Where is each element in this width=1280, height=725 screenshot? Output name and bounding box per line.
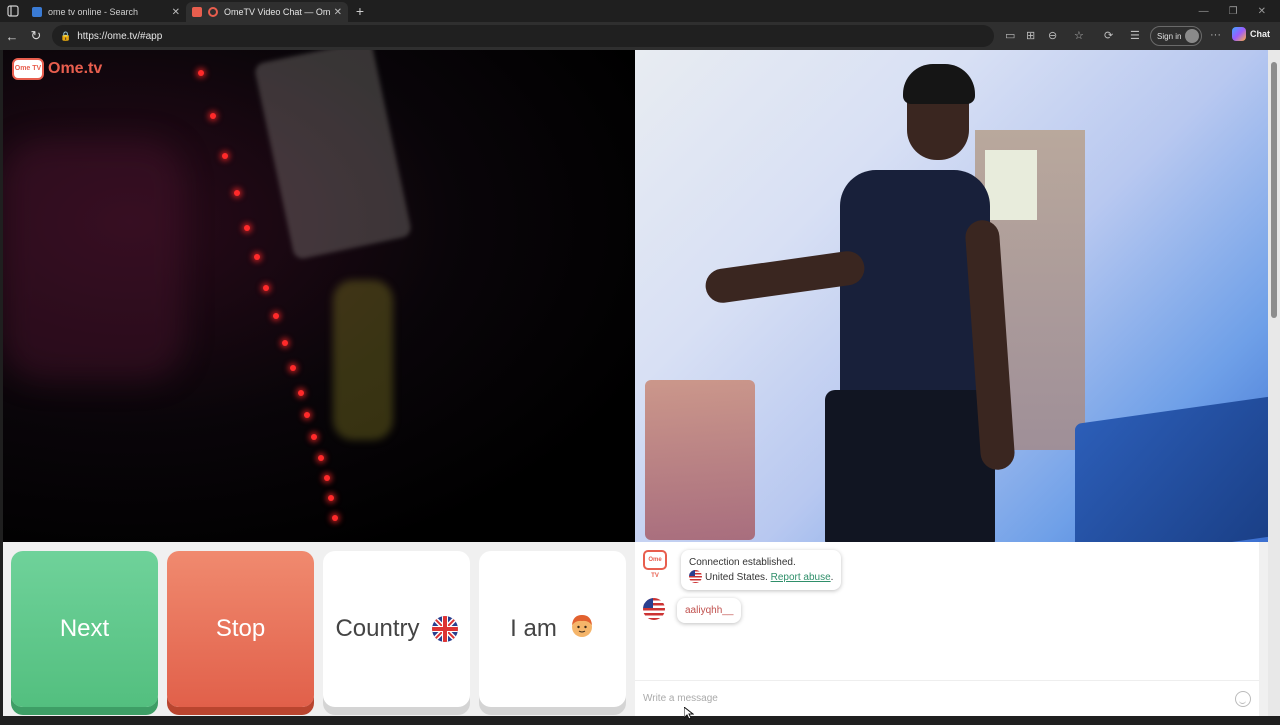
country-text: United States. xyxy=(705,572,768,583)
ometv-favicon xyxy=(192,7,202,17)
stranger-bubble: aaliyqhh__ xyxy=(677,598,742,623)
led-light xyxy=(263,285,269,291)
signin-label: Sign in xyxy=(1157,31,1182,41)
country-label: Country xyxy=(335,615,420,642)
copilot-chat-button[interactable]: Chat xyxy=(1232,27,1270,41)
led-light xyxy=(298,390,304,396)
led-light xyxy=(304,412,310,418)
report-abuse-link[interactable]: Report abuse xyxy=(771,572,831,583)
country-button[interactable]: Country xyxy=(323,551,470,707)
boy-emoji-icon xyxy=(569,613,595,646)
message-composer xyxy=(635,680,1259,716)
camera-icon[interactable]: ▭ xyxy=(1005,29,1015,42)
led-light xyxy=(273,313,279,319)
search-icon xyxy=(32,7,42,17)
dim-object xyxy=(253,50,413,261)
block-icon[interactable]: ⊖ xyxy=(1048,29,1057,42)
us-flag-icon xyxy=(643,598,665,620)
next-label: Next xyxy=(59,615,110,642)
favorites-icon[interactable]: ☰ xyxy=(1130,29,1140,42)
minimize-icon[interactable]: — xyxy=(1199,6,1209,17)
us-flag-icon xyxy=(689,570,702,583)
led-light xyxy=(222,153,228,159)
iam-label: I am xyxy=(510,615,557,642)
close-icon[interactable]: ✕ xyxy=(172,7,180,18)
ometv-icon: Ome TV xyxy=(643,550,667,579)
star-icon[interactable]: ☆ xyxy=(1074,29,1084,42)
signin-button[interactable]: Sign in xyxy=(1150,26,1202,46)
stop-button[interactable]: Stop xyxy=(167,551,314,707)
window-controls: — ❐ ✕ xyxy=(1199,6,1280,17)
tab-actions-menu-icon[interactable] xyxy=(0,0,26,22)
led-light xyxy=(254,254,260,260)
person-legs xyxy=(825,390,995,542)
gender-button[interactable]: I am xyxy=(479,551,626,707)
system-bubble: Connection established. United States. R… xyxy=(681,550,842,590)
close-window-icon[interactable]: ✕ xyxy=(1258,6,1266,17)
stop-label: Stop xyxy=(215,615,266,642)
smiley-icon[interactable] xyxy=(1235,690,1251,707)
tab-search[interactable]: ome tv online - Search ✕ xyxy=(26,2,186,22)
restore-icon[interactable]: ❐ xyxy=(1229,6,1238,17)
ometv-logo: Ome TV Ome.tv xyxy=(12,58,102,80)
led-light xyxy=(282,340,288,346)
report-suffix: . xyxy=(830,572,834,583)
tab-bar: ome tv online - Search ✕ OmeTV Video Cha… xyxy=(0,0,1280,22)
led-light xyxy=(311,434,317,440)
scrollbar-thumb[interactable] xyxy=(1271,62,1277,318)
system-message: Ome TV Connection established. United St… xyxy=(643,550,842,590)
stranger-text: aaliyqhh__ xyxy=(685,605,734,616)
url-field[interactable]: 🔒 https://ome.tv/#app xyxy=(52,25,994,47)
poster xyxy=(985,150,1037,220)
tab-title: ome tv online - Search xyxy=(48,7,139,17)
uk-flag-icon xyxy=(431,616,458,642)
copilot-icon xyxy=(1232,27,1246,41)
mouse-cursor xyxy=(683,705,695,725)
ometv-app: Ome TV Ome.tv Next Stop Country I am Ome… xyxy=(3,50,1268,716)
person-beanie xyxy=(903,64,975,104)
led-light xyxy=(198,70,204,76)
monitor xyxy=(1075,395,1268,542)
led-light xyxy=(290,365,296,371)
logo-wordmark: Ome.tv xyxy=(48,60,103,77)
led-light xyxy=(244,225,250,231)
split-screen-icon[interactable]: ⊞ xyxy=(1026,29,1035,42)
dim-object xyxy=(3,140,183,380)
remote-video xyxy=(635,50,1268,542)
copilot-chat-label: Chat xyxy=(1250,29,1270,39)
local-video: Ome TV Ome.tv xyxy=(3,50,635,542)
led-light xyxy=(234,190,240,196)
tab-title: OmeTV Video Chat — Omegle xyxy=(224,7,330,17)
page-scrollbar[interactable] xyxy=(1268,50,1280,716)
refresh-icon[interactable]: ↻ xyxy=(24,28,48,44)
next-button[interactable]: Next xyxy=(11,551,158,707)
recording-icon xyxy=(208,7,218,17)
led-light xyxy=(332,515,338,521)
led-light xyxy=(210,113,216,119)
close-icon[interactable]: ✕ xyxy=(334,7,342,18)
led-light xyxy=(328,495,334,501)
extensions-icon[interactable]: ⟳ xyxy=(1104,29,1113,42)
chair xyxy=(645,380,755,540)
system-text: Connection established. xyxy=(689,557,796,568)
url-text: https://ome.tv/#app xyxy=(77,30,163,42)
led-light xyxy=(324,475,330,481)
tab-ometv[interactable]: OmeTV Video Chat — Omegle ✕ xyxy=(186,2,348,22)
new-tab-plus-icon[interactable]: + xyxy=(348,3,372,19)
back-icon[interactable]: ← xyxy=(0,29,24,44)
more-icon[interactable]: ··· xyxy=(1210,29,1221,41)
led-light xyxy=(318,455,324,461)
address-toolbar: ← ↻ 🔒 https://ome.tv/#app ▭ ⊞ ⊖ ☆ ⟳ ☰ Si… xyxy=(0,22,1280,50)
avatar-icon xyxy=(1185,29,1200,43)
logo-badge: Ome TV xyxy=(12,58,44,80)
person-torso xyxy=(840,170,990,410)
stranger-message: aaliyqhh__ xyxy=(643,598,742,623)
lock-icon: 🔒 xyxy=(60,30,72,41)
message-input[interactable] xyxy=(643,693,1235,704)
chat-panel: Ome TV Connection established. United St… xyxy=(635,542,1259,716)
dim-object xyxy=(333,280,393,440)
